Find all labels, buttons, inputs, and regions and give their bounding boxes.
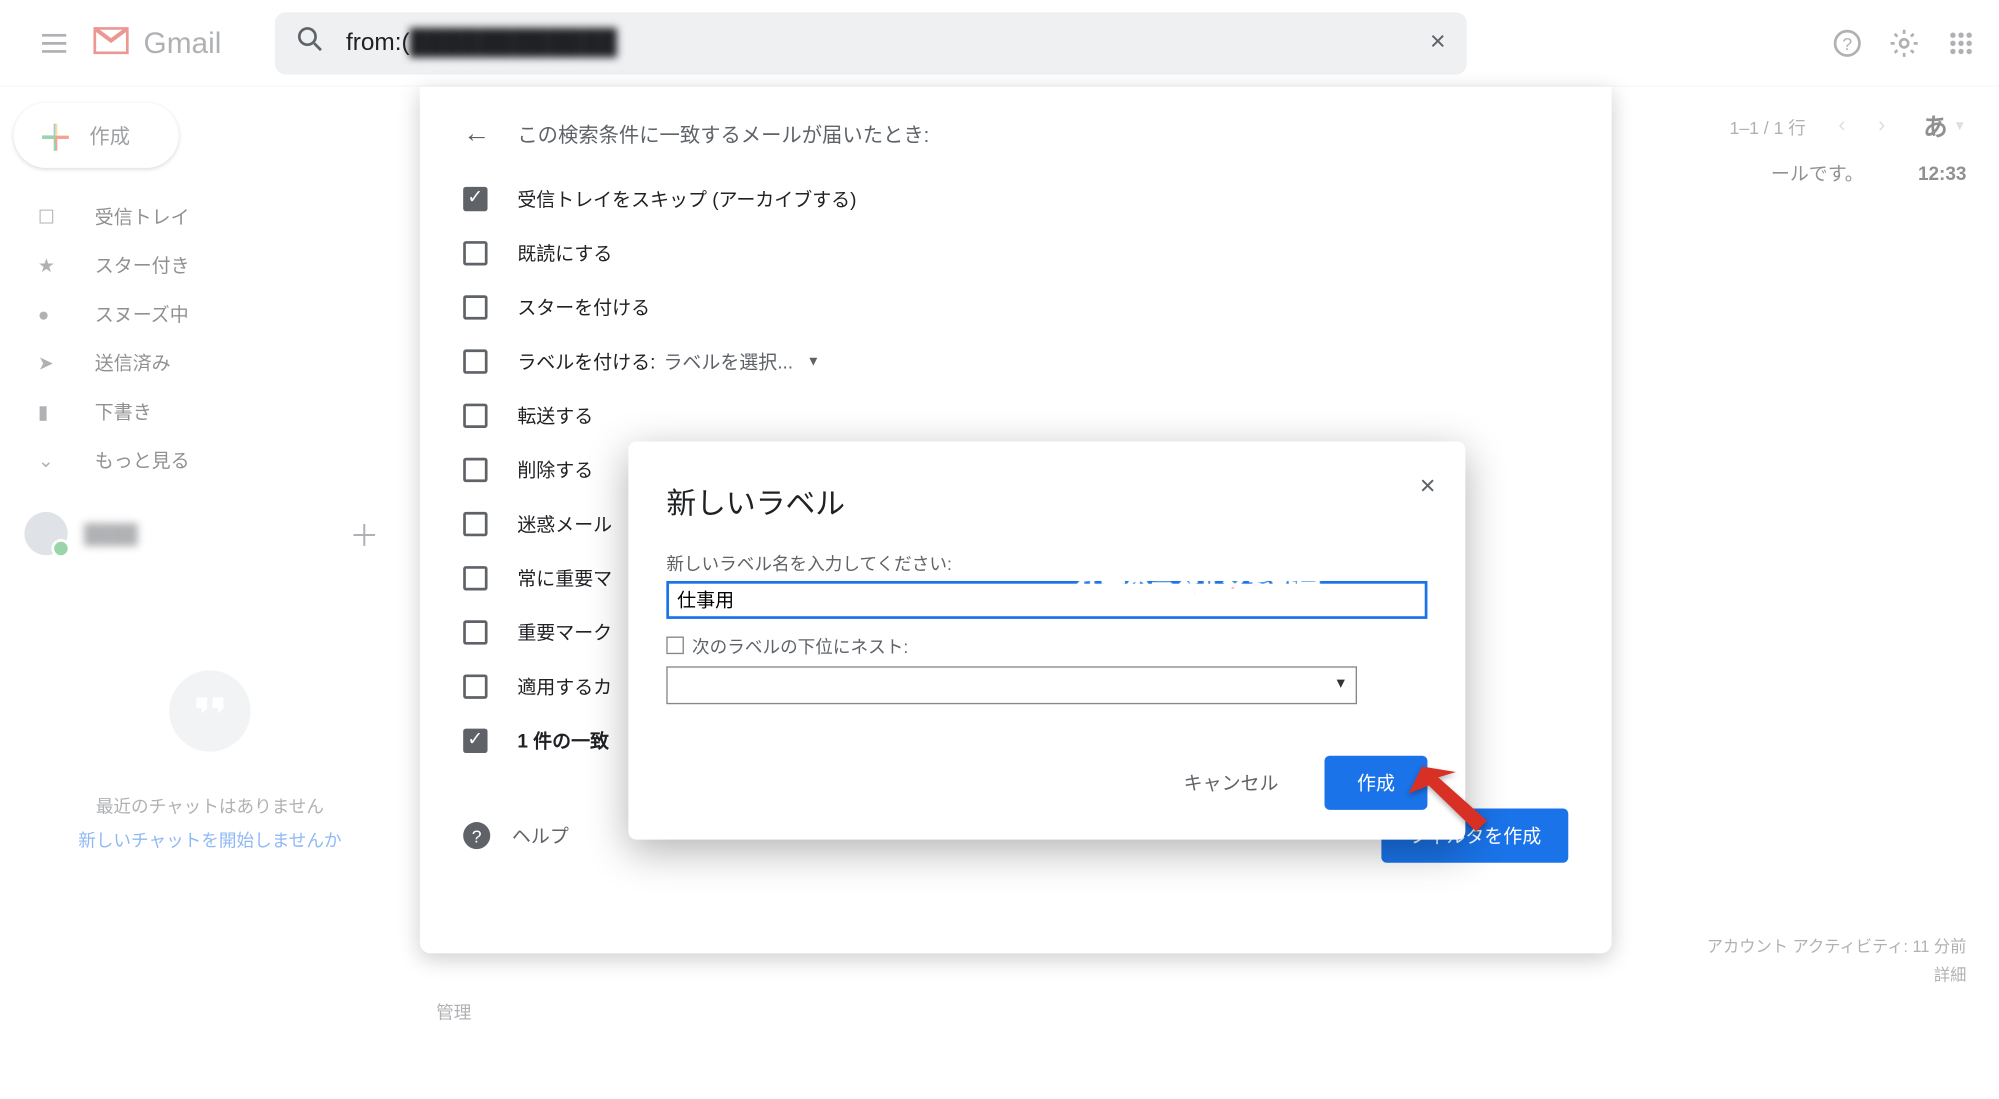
filter-option-4[interactable]: 転送する [463, 389, 1568, 443]
search-icon [297, 26, 324, 60]
chat-start-link[interactable]: 新しいチャットを開始しませんか [0, 826, 420, 852]
annotation-text: 任意のラベル名を設定 [1077, 569, 1321, 604]
nav-label: もっと見る [95, 447, 190, 474]
nav-icon: ▮ [38, 400, 65, 423]
help-circle-icon[interactable]: ? [463, 822, 490, 849]
gmail-icon [92, 21, 130, 64]
parent-label-select[interactable] [666, 666, 1357, 704]
sidebar: ＋ 作成 ☐ 受信トレイ ★ スター付き ● スヌーズ中 ➤ 送信済み ▮ 下書き ⌄ もっと見る █… [0, 87, 420, 1099]
checkbox[interactable] [463, 458, 487, 482]
gmail-text: Gmail [144, 25, 222, 60]
checkbox[interactable] [463, 566, 487, 590]
chat-empty-msg: 最近のチャットはありません [0, 792, 420, 818]
sidebar-item-5[interactable]: ⌄ もっと見る [0, 436, 420, 485]
nav-label: スター付き [95, 252, 190, 279]
filter-heading: この検索条件に一致するメールが届いたとき: [517, 121, 929, 149]
apps-grid-icon[interactable] [1945, 26, 1978, 59]
filter-option-label: 転送する [517, 402, 593, 429]
filter-option-2[interactable]: スターを付ける [463, 280, 1568, 334]
nav-label: 受信トレイ [95, 203, 190, 230]
checkbox[interactable] [463, 512, 487, 536]
chevron-down-icon[interactable]: ▼ [1953, 119, 1966, 134]
new-label-dialog: 新しいラベル × 新しいラベル名を入力してください: 次のラベルの下位にネスト:… [628, 442, 1465, 840]
back-arrow-icon[interactable]: ← [463, 119, 490, 150]
nest-checkbox[interactable] [666, 637, 684, 655]
checkbox[interactable] [463, 404, 487, 428]
nav-icon: ⌄ [38, 449, 65, 472]
checkbox[interactable] [463, 187, 487, 211]
chevron-down-icon[interactable]: ▼ [807, 354, 820, 369]
sidebar-item-0[interactable]: ☐ 受信トレイ [0, 192, 420, 241]
sidebar-item-4[interactable]: ▮ 下書き [0, 387, 420, 436]
nav-icon: ☐ [38, 205, 65, 228]
chat-username: ████ [84, 523, 138, 545]
mail-snippet: ールです。 [1771, 160, 1864, 187]
filter-option-1[interactable]: 既読にする [463, 226, 1568, 280]
annotation-arrow-icon [1408, 767, 1516, 855]
checkbox[interactable] [463, 620, 487, 644]
gmail-logo[interactable]: Gmail [92, 21, 221, 64]
checkbox[interactable] [463, 295, 487, 319]
next-page-icon[interactable]: › [1878, 114, 1885, 138]
compose-label: 作成 [89, 121, 130, 149]
avatar[interactable] [24, 512, 67, 555]
filter-option-label: 適用するカ [517, 673, 612, 700]
checkbox[interactable] [463, 241, 487, 265]
nav-icon: ● [38, 303, 65, 325]
plus-icon: ＋ [38, 110, 73, 160]
filter-option-0[interactable]: 受信トレイをスキップ (アーカイブする) [463, 172, 1568, 226]
account-activity: アカウント アクティビティ: 11 分前 [1707, 933, 1967, 962]
checkbox[interactable] [463, 349, 487, 373]
filter-option-label: 既読にする [517, 240, 612, 267]
input-method-toggle[interactable]: あ [1923, 108, 1947, 143]
checkbox[interactable] [463, 729, 487, 753]
search-text-blurred: ████████████ [410, 28, 617, 56]
filter-option-label: 迷惑メール [517, 511, 612, 538]
add-contact-icon[interactable]: ＋ [349, 512, 379, 555]
nav-icon: ➤ [38, 351, 65, 374]
nest-label-text: 次のラベルの下位にネスト: [692, 632, 908, 658]
filter-option-label: 常に重要マ [517, 565, 612, 592]
nav-label: スヌーズ中 [95, 301, 189, 328]
filter-option-label: 重要マーク [517, 619, 612, 646]
compose-button[interactable]: ＋ 作成 [14, 103, 179, 168]
filter-option-3[interactable]: ラベルを付ける: ラベルを選択... ▼ [463, 335, 1568, 389]
gear-icon[interactable] [1888, 26, 1921, 59]
prev-page-icon[interactable]: ‹ [1838, 114, 1845, 138]
filter-option-label: 1 件の一致 [517, 727, 609, 754]
help-icon[interactable]: ? [1831, 26, 1864, 59]
dialog-title: 新しいラベル [666, 479, 1427, 522]
filter-option-label: 削除する [517, 456, 593, 483]
search-clear-icon[interactable]: × [1430, 27, 1446, 58]
sidebar-item-2[interactable]: ● スヌーズ中 [0, 290, 420, 339]
svg-text:?: ? [1842, 33, 1852, 53]
hamburger-icon [42, 33, 66, 52]
dialog-close-icon[interactable]: × [1420, 471, 1436, 502]
activity-detail-link[interactable]: 詳細 [1707, 962, 1967, 991]
cancel-button[interactable]: キャンセル [1167, 758, 1294, 807]
filter-option-label: ラベルを付ける: [517, 348, 655, 375]
mail-time: 12:33 [1918, 163, 1967, 185]
checkbox[interactable] [463, 674, 487, 698]
nav-label: 下書き [95, 398, 152, 425]
filter-option-label: スターを付ける [517, 294, 650, 321]
label-select-text[interactable]: ラベルを選択... [663, 348, 793, 375]
manage-label: 管理 [436, 998, 471, 1024]
search-bar[interactable]: from:( ████████████ × [276, 12, 1468, 74]
main-menu-button[interactable] [22, 10, 87, 75]
sidebar-item-1[interactable]: ★ スター付き [0, 241, 420, 290]
nav-icon: ★ [38, 254, 65, 277]
sidebar-item-3[interactable]: ➤ 送信済み [0, 339, 420, 388]
search-text-prefix: from:( [346, 28, 410, 56]
hangouts-icon[interactable] [169, 670, 250, 751]
filter-option-label: 受信トレイをスキップ (アーカイブする) [517, 186, 856, 213]
nav-label: 送信済み [95, 349, 171, 376]
result-count: 1–1 / 1 行 [1730, 113, 1806, 139]
help-label[interactable]: ヘルプ [512, 822, 569, 849]
